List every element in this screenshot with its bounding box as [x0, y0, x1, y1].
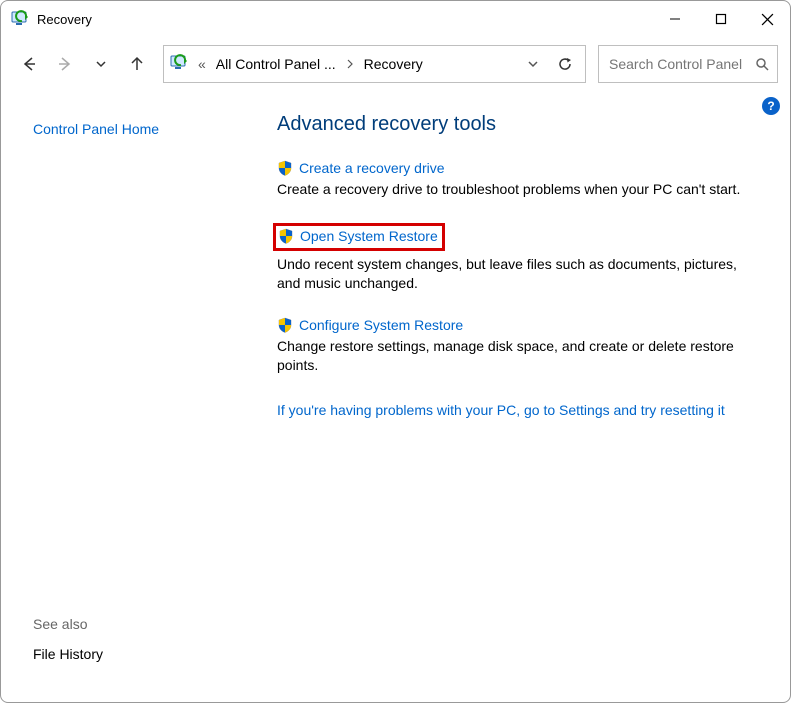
create-recovery-drive-link[interactable]: Create a recovery drive	[299, 160, 445, 176]
uac-shield-icon	[277, 160, 293, 176]
sidebar: Control Panel Home See also File History	[1, 97, 261, 702]
configure-system-restore-desc: Change restore settings, manage disk spa…	[277, 337, 757, 375]
help-icon[interactable]: ?	[762, 97, 780, 115]
see-also-label: See also	[33, 616, 245, 632]
sidebar-footer: See also File History	[33, 616, 245, 686]
forward-button[interactable]	[49, 48, 81, 80]
up-button[interactable]	[121, 48, 153, 80]
content: Control Panel Home See also File History…	[1, 91, 790, 702]
file-history-link[interactable]: File History	[33, 646, 245, 662]
minimize-button[interactable]	[652, 1, 698, 37]
configure-system-restore-link[interactable]: Configure System Restore	[299, 317, 463, 333]
troubleshoot-reset-link[interactable]: If you're having problems with your PC, …	[277, 402, 766, 418]
recovery-app-icon	[11, 10, 29, 28]
breadcrumb-1[interactable]: All Control Panel ...	[216, 56, 336, 72]
tool-item-configure-system-restore: Configure System Restore Change restore …	[277, 317, 757, 375]
window-controls	[652, 1, 790, 37]
page-heading: Advanced recovery tools	[277, 113, 766, 136]
titlebar: Recovery	[1, 1, 790, 37]
uac-shield-icon	[278, 228, 294, 244]
tool-item-create-recovery-drive: Create a recovery drive Create a recover…	[277, 160, 757, 199]
create-recovery-drive-desc: Create a recovery drive to troubleshoot …	[277, 180, 757, 199]
window-title: Recovery	[37, 12, 92, 27]
open-system-restore-link[interactable]: Open System Restore	[300, 228, 438, 244]
breadcrumb-2[interactable]: Recovery	[364, 56, 423, 72]
search-icon	[755, 57, 769, 71]
main-panel: ? Advanced recovery tools Create a recov…	[261, 97, 790, 702]
nav-row: « All Control Panel ... Recovery	[1, 37, 790, 91]
close-button[interactable]	[744, 1, 790, 37]
refresh-button[interactable]	[551, 48, 579, 80]
search-input[interactable]	[607, 55, 749, 73]
address-bar[interactable]: « All Control Panel ... Recovery	[163, 45, 586, 83]
control-panel-home-link[interactable]: Control Panel Home	[33, 121, 245, 137]
open-system-restore-desc: Undo recent system changes, but leave fi…	[277, 255, 757, 293]
uac-shield-icon	[277, 317, 293, 333]
maximize-button[interactable]	[698, 1, 744, 37]
address-dropdown-icon[interactable]	[521, 48, 545, 80]
control-panel-icon	[170, 54, 188, 75]
tool-item-open-system-restore: Open System Restore Undo recent system c…	[277, 223, 757, 293]
breadcrumb-sep-icon	[342, 59, 358, 69]
search-box[interactable]	[598, 45, 778, 83]
back-button[interactable]	[13, 48, 45, 80]
breadcrumb-overflow-icon[interactable]: «	[194, 56, 210, 72]
recent-locations-dropdown[interactable]	[85, 48, 117, 80]
highlight-annotation: Open System Restore	[273, 223, 445, 251]
